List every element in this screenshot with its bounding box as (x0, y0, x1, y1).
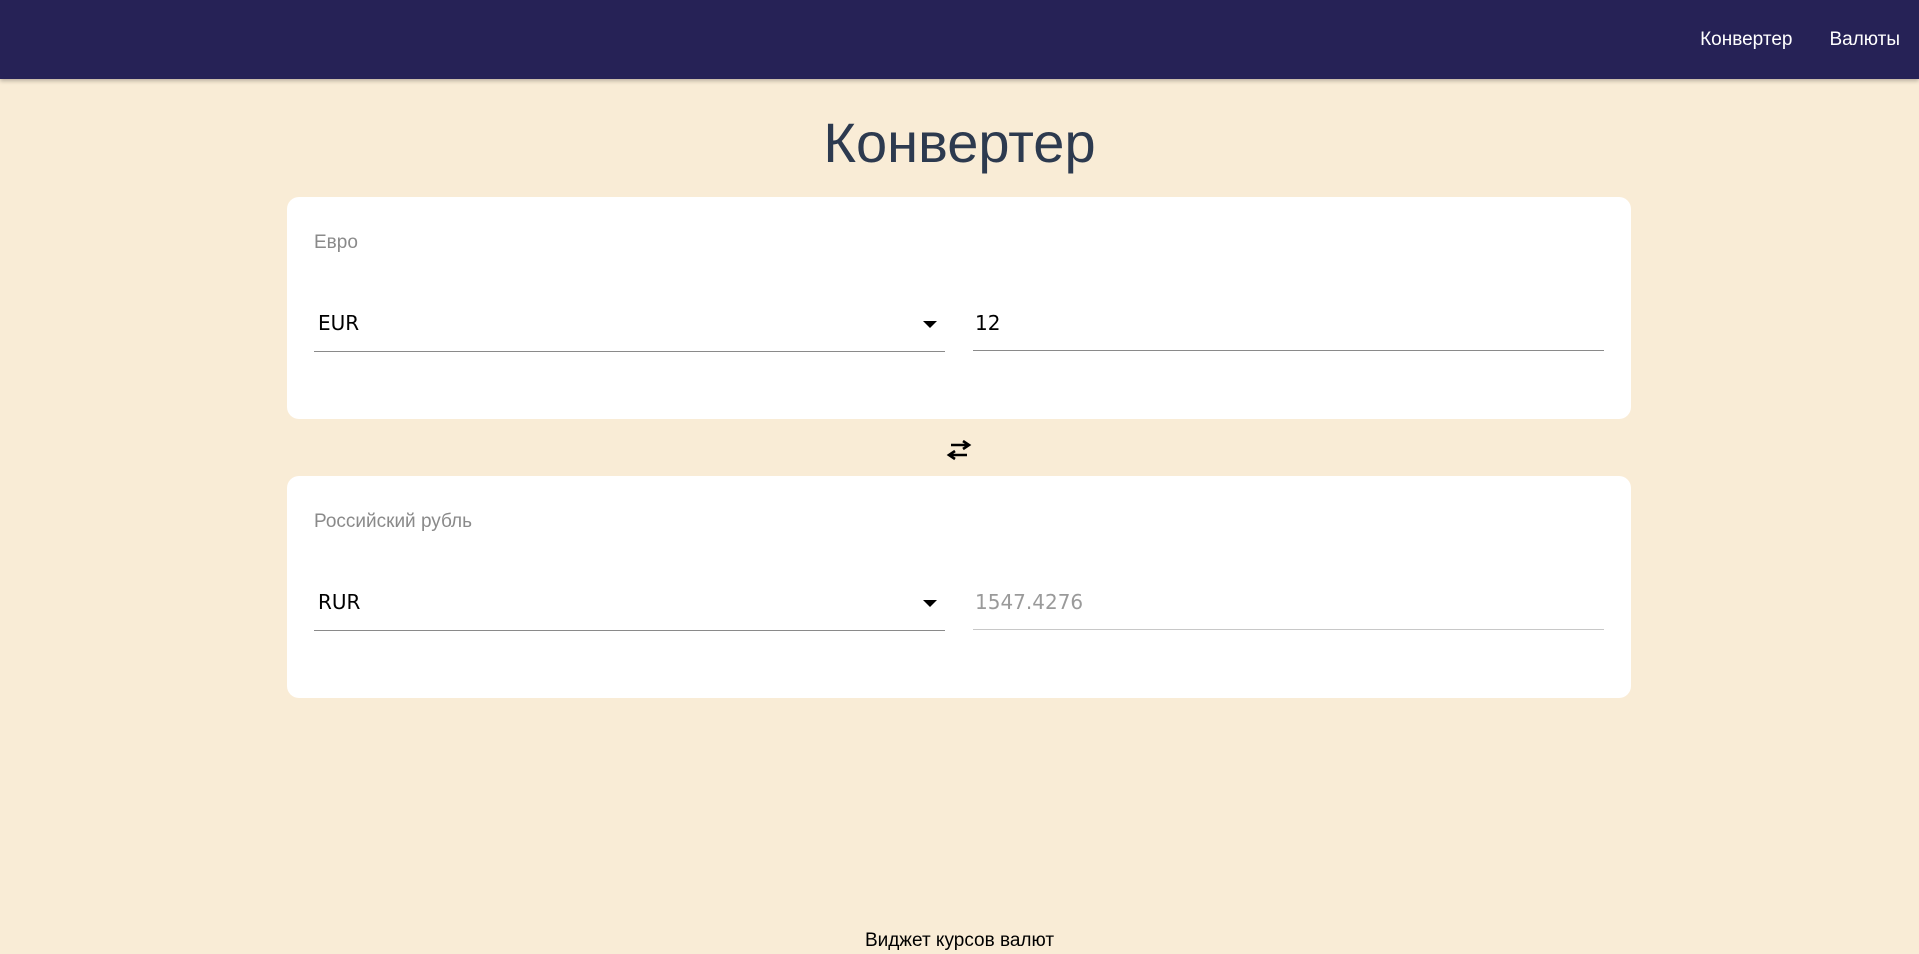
page-title: Конвертер (823, 111, 1096, 174)
source-currency-value: EUR (318, 311, 360, 335)
caret-down-icon (923, 600, 937, 607)
nav-link-currencies[interactable]: Валюты (1829, 29, 1900, 51)
target-currency-card: Российский рубль RUR (287, 476, 1631, 698)
caret-down-icon (923, 321, 937, 328)
target-currency-label: Российский рубль (314, 511, 473, 532)
target-currency-value: RUR (318, 590, 361, 614)
main-nav: Конвертер Валюты (1700, 0, 1900, 79)
source-currency-label: Евро (314, 232, 358, 253)
target-amount-output (973, 574, 1604, 630)
source-currency-select[interactable]: EUR (314, 295, 945, 352)
nav-link-converter[interactable]: Конвертер (1700, 29, 1792, 51)
footer-widget-title: Виджет курсов валют (864, 930, 1055, 951)
target-currency-select[interactable]: RUR (314, 574, 945, 631)
source-currency-card: Евро EUR (287, 197, 1631, 419)
swap-arrows-icon[interactable] (944, 439, 974, 468)
top-navigation-bar: Конвертер Валюты (0, 0, 1919, 79)
source-amount-input[interactable] (973, 295, 1604, 351)
